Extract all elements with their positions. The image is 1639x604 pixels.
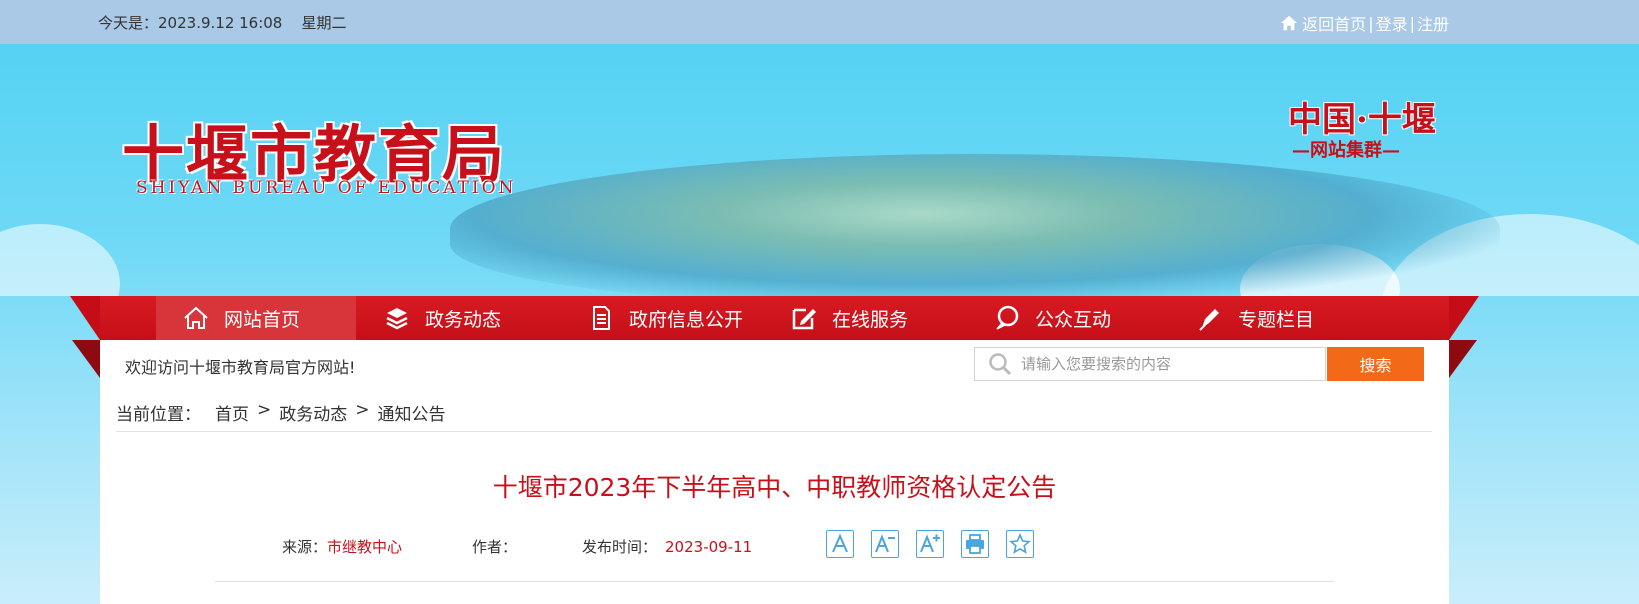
nav-item-gov-info[interactable]: 政府信息公开: [587, 296, 743, 340]
home-icon: [1281, 15, 1298, 31]
star-icon: [1009, 533, 1031, 554]
nav-wing-left: [70, 296, 100, 340]
print-icon: [966, 534, 984, 554]
site-banner: 十堰市教育局 SHIYAN BUREAU OF EDUCATION 中国·十堰 …: [0, 44, 1639, 296]
article-title: 十堰市2023年下半年高中、中职教师资格认定公告: [492, 473, 1057, 502]
publish-date-label: 发布时间：: [582, 538, 658, 556]
breadcrumb-label: 当前位置：: [116, 405, 201, 425]
breadcrumb-news[interactable]: 政务动态: [279, 400, 347, 425]
favorite-button[interactable]: [1006, 530, 1034, 558]
nav-item-news[interactable]: 政务动态: [383, 296, 501, 340]
meta-divider: [215, 581, 1334, 582]
cluster-subtitle-text: 网站集群: [1310, 140, 1382, 161]
chat-icon: [996, 305, 1019, 330]
font-increase-button[interactable]: [916, 530, 944, 558]
print-button[interactable]: [961, 530, 989, 558]
date-meta: 发布时间： 2023-09-11: [582, 536, 752, 557]
city-island-image: [450, 154, 1500, 296]
home-icon: [184, 306, 208, 329]
date-display: 今天是：2023.9.12 16:08 星期二: [98, 12, 346, 33]
search-input[interactable]: [1021, 355, 1311, 373]
document-icon: [593, 306, 610, 330]
search-box: [974, 347, 1326, 381]
breadcrumb: 当前位置： 首页 > 政务动态 > 通知公告: [116, 400, 446, 425]
publish-date-value: 2023-09-11: [665, 538, 753, 556]
nav-item-special-topics[interactable]: 专题栏目: [1196, 296, 1314, 340]
main-nav: 网站首页 政务动态 政府信息公开 在线服务 公众互动 专题栏目: [100, 296, 1449, 340]
link-separator: |: [1409, 13, 1415, 33]
date-label: 今天是：: [98, 14, 159, 32]
site-title-en: SHIYAN BUREAU OF EDUCATION: [136, 178, 517, 198]
nav-item-online-service[interactable]: 在线服务: [790, 296, 908, 340]
author-meta: 作者：: [472, 536, 517, 557]
nav-fold-right: [1449, 340, 1477, 378]
register-link[interactable]: 注册: [1417, 11, 1449, 35]
nav-wing-right: [1449, 296, 1479, 340]
link-separator: |: [1368, 13, 1374, 33]
search-button[interactable]: 搜索: [1327, 347, 1424, 381]
nav-item-label: 政府信息公开: [629, 308, 744, 331]
cluster-title[interactable]: 中国·十堰: [1288, 92, 1436, 141]
breadcrumb-separator: >: [257, 400, 272, 420]
nav-item-interaction[interactable]: 公众互动: [993, 296, 1111, 340]
edit-icon: [792, 308, 816, 330]
top-links: 返回首页 | 登录 | 注册: [1280, 11, 1449, 35]
breadcrumb-home[interactable]: 首页: [215, 400, 249, 425]
cluster-subtitle[interactable]: 网站集群: [1292, 136, 1400, 162]
login-link[interactable]: 登录: [1376, 11, 1408, 35]
nav-item-label: 在线服务: [832, 308, 909, 331]
font-decrease-button[interactable]: [871, 530, 899, 558]
source-label: 来源：: [282, 538, 328, 556]
breadcrumb-separator: >: [355, 400, 370, 420]
weekday: 星期二: [301, 14, 347, 32]
source-meta: 来源：市继教中心: [282, 536, 402, 557]
home-link[interactable]: 返回首页: [1302, 11, 1366, 35]
nav-item-label: 政务动态: [425, 308, 502, 331]
nav-fold-left: [72, 340, 100, 378]
nav-item-home[interactable]: 网站首页: [156, 296, 356, 340]
search-icon: [989, 353, 1012, 376]
font-increase-icon: [920, 534, 940, 553]
nav-item-label: 网站首页: [224, 308, 301, 331]
author-label: 作者：: [472, 538, 518, 556]
nav-item-label: 公众互动: [1035, 308, 1112, 331]
font-size-icon: [832, 533, 848, 553]
top-bar: 今天是：2023.9.12 16:08 星期二 返回首页 | 登录 | 注册: [0, 0, 1639, 44]
layers-icon: [386, 308, 408, 330]
content-panel: 欢迎访问十堰市教育局官方网站! 搜索 当前位置： 首页 > 政务动态 > 通知公…: [100, 340, 1449, 604]
pen-icon: [1199, 309, 1219, 331]
date-value: 2023.9.12 16:08: [158, 14, 283, 32]
breadcrumb-notices[interactable]: 通知公告: [378, 400, 446, 425]
source-value: 市继教中心: [327, 538, 403, 556]
breadcrumb-divider: [116, 431, 1432, 432]
font-normal-button[interactable]: [826, 530, 854, 558]
banner-cloud: [0, 224, 120, 296]
nav-item-label: 专题栏目: [1238, 308, 1315, 331]
font-decrease-icon: [875, 534, 895, 553]
welcome-text: 欢迎访问十堰市教育局官方网站!: [125, 358, 356, 377]
